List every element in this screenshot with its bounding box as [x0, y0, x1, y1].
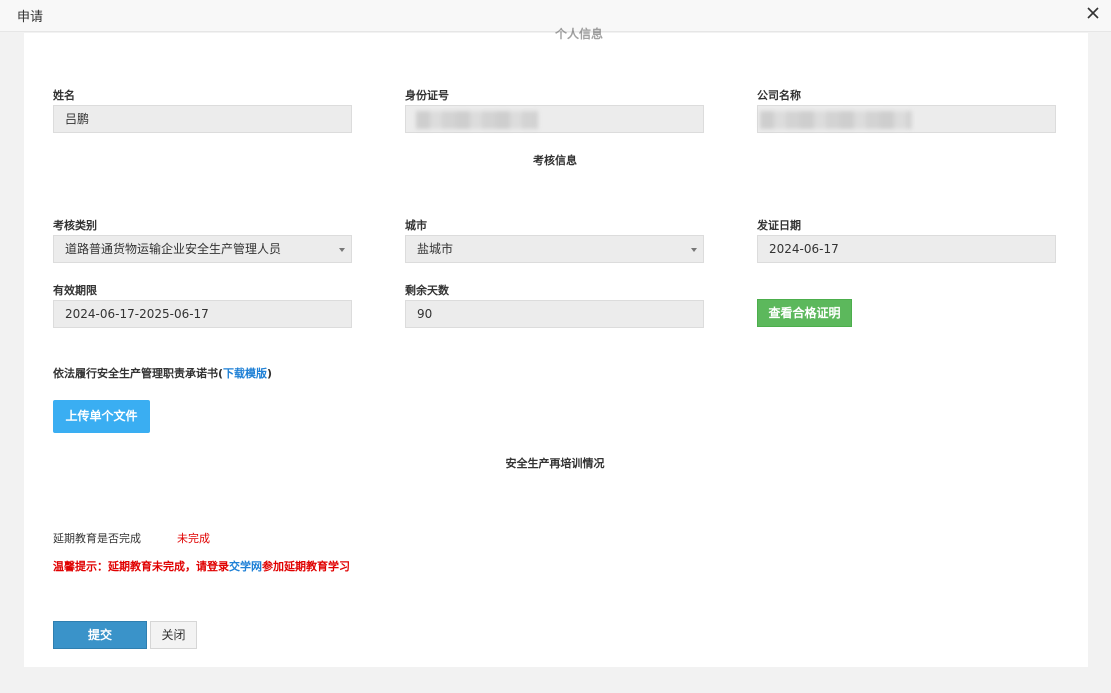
download-template-link[interactable]: 下载模版 [223, 367, 267, 380]
city-select[interactable]: 盐城市 [405, 235, 704, 263]
issue-date-field: 2024-06-17 [757, 235, 1056, 263]
company-name-label: 公司名称 [757, 89, 801, 102]
validity-value: 2024-06-17-2025-06-17 [65, 307, 209, 321]
extended-education-status-value: 未完成 [177, 532, 210, 545]
name-label: 姓名 [53, 89, 75, 102]
close-button[interactable]: 关闭 [150, 621, 197, 649]
issue-date-label: 发证日期 [757, 219, 801, 232]
form-panel: 个人信息 姓名 吕鹏 身份证号 公司名称 考核信息 考核类别 道路普通货物运输企… [24, 27, 1088, 667]
extended-education-status-label: 延期教育是否完成 [53, 532, 141, 545]
remaining-days-label: 剩余天数 [405, 284, 449, 297]
remaining-days-value: 90 [417, 307, 433, 321]
submit-button[interactable]: 提交 [53, 621, 147, 649]
issue-date-value: 2024-06-17 [769, 242, 839, 256]
warning-tip: 温馨提示：延期教育未完成，请登录交学网参加延期教育学习 [53, 558, 350, 574]
personal-info-heading-partial: 个人信息 [554, 27, 603, 41]
city-label: 城市 [405, 219, 427, 232]
view-certificate-button[interactable]: 查看合格证明 [757, 299, 852, 327]
id-number-label: 身份证号 [405, 89, 449, 102]
tip-text: 温馨提示：延期教育未完成，请登录 [53, 560, 229, 573]
tip-text-end: 参加延期教育学习 [262, 560, 350, 573]
category-value: 道路普通货物运输企业安全生产管理人员 [65, 242, 282, 256]
redacted-blur [416, 111, 538, 129]
category-label: 考核类别 [53, 219, 97, 232]
commitment-text: 依法履行安全生产管理职责承诺书( [53, 367, 224, 380]
dialog-title: 申请 [17, 10, 44, 25]
redacted-blur [760, 111, 912, 129]
validity-field: 2024-06-17-2025-06-17 [53, 300, 352, 328]
commitment-text-end: ) [267, 367, 273, 380]
validity-label: 有效期限 [53, 284, 97, 297]
company-name-field [757, 105, 1056, 133]
jiaoxue-link[interactable]: 交学网 [229, 560, 262, 573]
name-value: 吕鹏 [65, 112, 90, 126]
retraining-section-title: 安全生产再培训情况 [505, 457, 605, 470]
assessment-section-title: 考核信息 [533, 154, 577, 167]
remaining-days-field: 90 [405, 300, 704, 328]
category-select[interactable]: 道路普通货物运输企业安全生产管理人员 [53, 235, 352, 263]
commitment-label: 依法履行安全生产管理职责承诺书(下载模版) [53, 365, 272, 381]
name-field: 吕鹏 [53, 105, 352, 133]
close-icon[interactable] [1084, 4, 1102, 22]
upload-file-button[interactable]: 上传单个文件 [53, 400, 150, 433]
id-number-field [405, 105, 704, 133]
city-value: 盐城市 [417, 242, 454, 256]
